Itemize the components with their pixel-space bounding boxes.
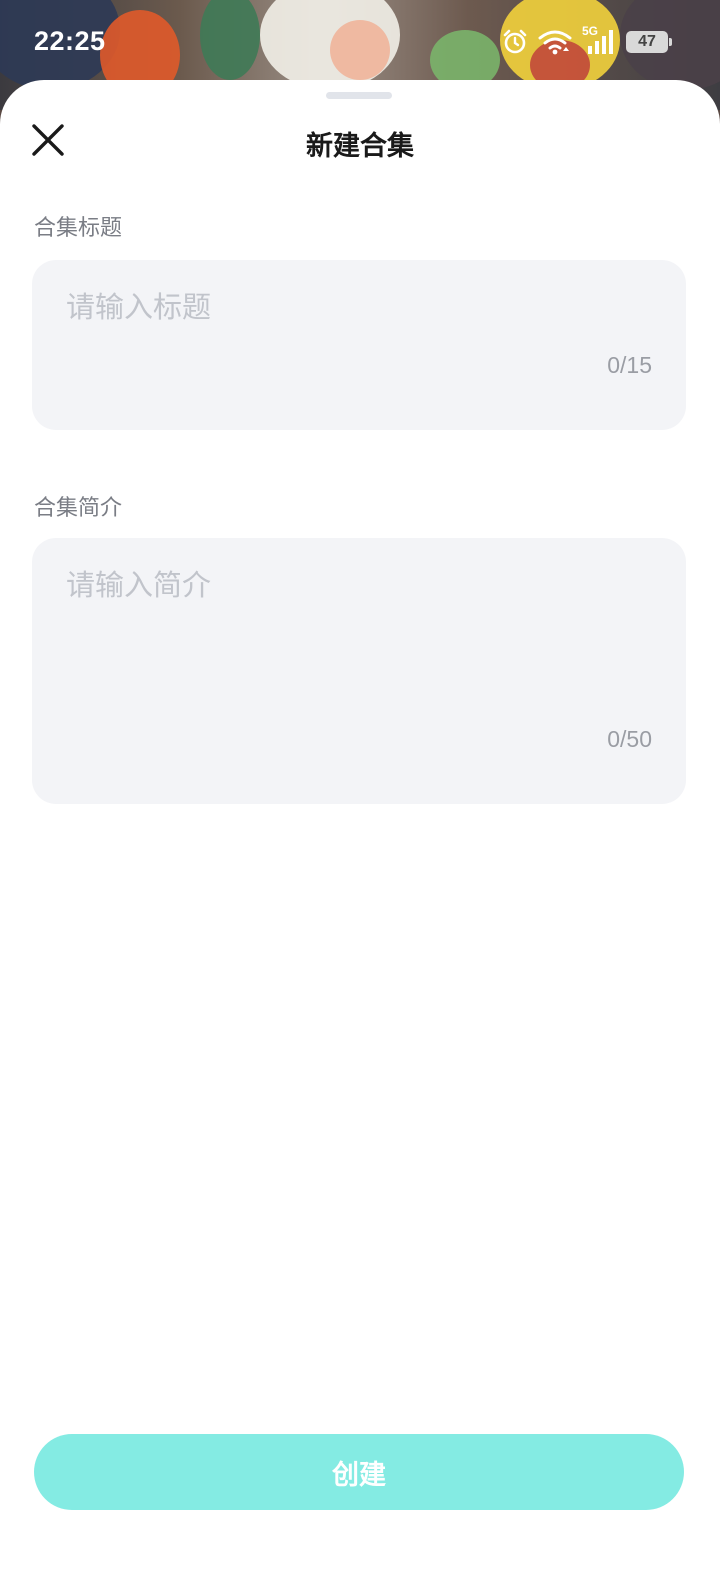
sheet-grabber[interactable]: [326, 92, 392, 99]
create-button[interactable]: 创建: [34, 1434, 684, 1510]
intro-input-placeholder: 请输入简介: [66, 568, 212, 602]
intro-char-counter: 0/50: [607, 726, 652, 752]
sheet-title: 新建合集: [306, 131, 414, 162]
signal-icon: 5G: [582, 24, 616, 56]
intro-field-label: 合集简介: [34, 496, 123, 521]
battery-icon: 47: [626, 31, 672, 53]
title-char-counter: 0/15: [607, 352, 652, 378]
title-input-placeholder: 请输入标题: [66, 290, 212, 324]
new-collection-sheet: 新建合集 合集标题 请输入标题 0/15 合集简介 请输入简介 0/50 创建: [0, 80, 720, 1575]
intro-input[interactable]: 请输入简介 0/50: [32, 538, 686, 804]
title-field-label: 合集标题: [34, 216, 123, 241]
status-icons: 5G 47: [502, 24, 672, 56]
alarm-icon: [502, 29, 528, 55]
status-bar: 22:25 5G 47: [0, 0, 720, 80]
wifi-icon: [538, 29, 572, 55]
status-time: 22:25: [34, 26, 106, 56]
title-input[interactable]: 请输入标题 0/15: [32, 260, 686, 430]
